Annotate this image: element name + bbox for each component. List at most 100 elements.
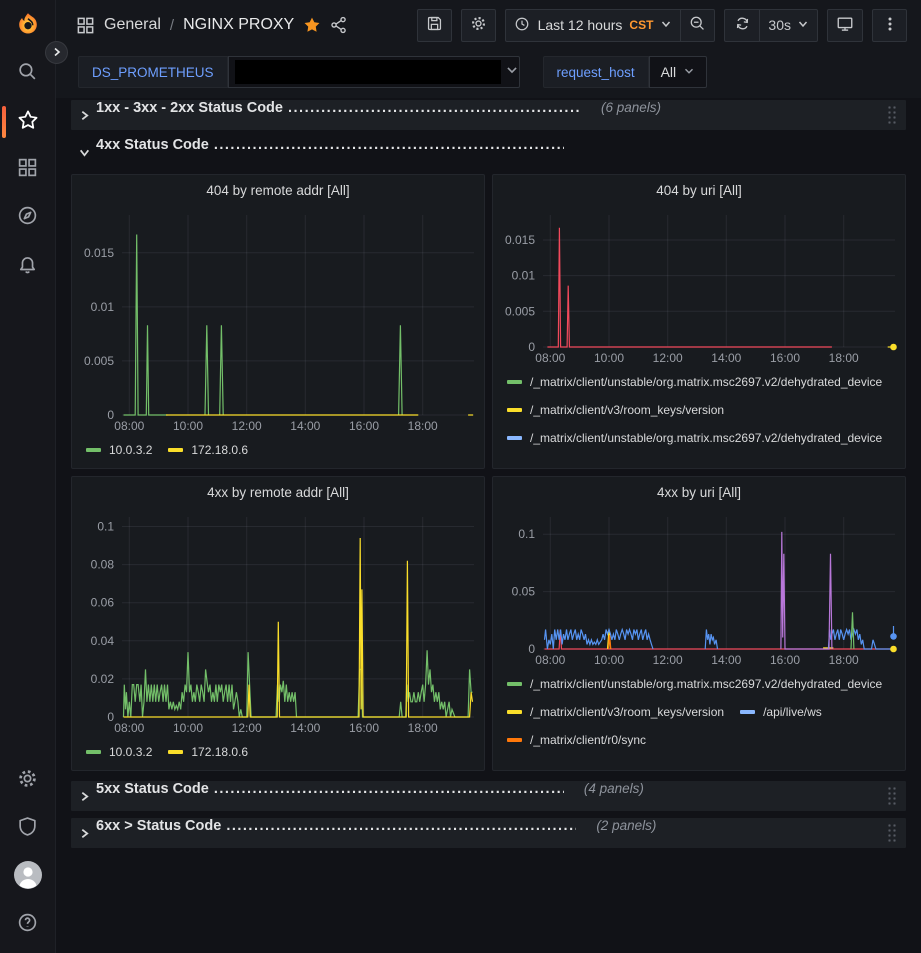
row-panel-count: (6 panels) [601, 100, 661, 115]
sidebar-expand-button[interactable] [45, 41, 68, 64]
panel-title[interactable]: 404 by uri [All] [497, 175, 901, 207]
svg-text:14:00: 14:00 [711, 653, 741, 667]
sidebar-item-alerting[interactable] [0, 242, 56, 290]
dashboards-grid-icon [17, 157, 38, 183]
legend-item[interactable]: 172.18.0.6 [168, 745, 248, 759]
svg-text:0: 0 [107, 710, 114, 724]
more-options-button[interactable] [872, 9, 907, 42]
chevron-down-icon [79, 147, 90, 158]
svg-text:12:00: 12:00 [653, 653, 683, 667]
svg-text:0.015: 0.015 [84, 246, 114, 260]
chevron-right-icon [79, 828, 90, 839]
svg-text:0.05: 0.05 [512, 585, 536, 599]
legend-item[interactable]: /_matrix/client/unstable/org.matrix.msc2… [507, 375, 882, 389]
svg-text:0.02: 0.02 [91, 672, 115, 686]
gear-icon [470, 15, 487, 35]
panel-title[interactable]: 4xx by remote addr [All] [76, 477, 480, 509]
series-label: 10.0.3.2 [109, 443, 152, 457]
sidebar-item-starred[interactable] [0, 98, 56, 146]
series-label: /_matrix/client/unstable/org.matrix.msc2… [530, 431, 882, 445]
dashboard-title[interactable]: NGINX PROXY [183, 16, 294, 34]
refresh-interval-picker[interactable]: 30s [759, 9, 818, 42]
row-1xx-3xx-2xx[interactable]: 1xx - 3xx - 2xx Status Code ............… [71, 100, 906, 130]
panels-grid: 404 by remote addr [All] 08:0010:0012:00… [71, 174, 906, 771]
top-bar: General / NGINX PROXY [56, 0, 921, 98]
gear-icon [17, 768, 38, 794]
variable-select-request-host[interactable]: All [649, 56, 708, 88]
variable-label-request-host: request_host [543, 56, 649, 88]
svg-text:0.005: 0.005 [505, 304, 535, 318]
sidebar-item-configuration[interactable] [0, 757, 56, 805]
row-5xx[interactable]: 5xx Status Code ........................… [71, 781, 906, 811]
sidebar-item-profile[interactable] [0, 853, 56, 901]
row-drag-handle[interactable] [887, 823, 896, 843]
row-drag-handle[interactable] [887, 786, 896, 806]
timeseries-chart-404-by-remote-addr: 08:0010:0012:0014:0016:0018:0000.0050.01… [76, 207, 480, 435]
series-color-swatch [740, 710, 755, 714]
share-icon[interactable] [330, 16, 348, 34]
chevron-down-icon [505, 63, 519, 82]
refresh-icon [734, 15, 751, 35]
series-color-swatch [86, 750, 101, 754]
series-color-swatch [168, 448, 183, 452]
row-title: 4xx Status Code [96, 137, 209, 153]
variable-value: All [661, 64, 677, 80]
breadcrumb-separator: / [170, 17, 174, 34]
timezone-label: CST [629, 18, 653, 32]
legend-item[interactable]: /_matrix/client/v3/room_keys/version [507, 403, 724, 417]
panel-404-by-remote-addr: 404 by remote addr [All] 08:0010:0012:00… [71, 174, 485, 469]
help-icon [17, 912, 38, 938]
dashboard-settings-button[interactable] [461, 9, 496, 42]
timeseries-chart-4xx-by-remote-addr: 08:0010:0012:0014:0016:0018:0000.020.040… [76, 509, 480, 737]
row-6xx[interactable]: 6xx > Status Code ......................… [71, 818, 906, 848]
legend-item[interactable]: 172.18.0.6 [168, 443, 248, 457]
grafana-logo[interactable] [0, 0, 56, 50]
variable-select-ds-prometheus[interactable] [228, 56, 520, 88]
svg-text:14:00: 14:00 [290, 721, 320, 735]
chevron-down-icon [797, 17, 809, 33]
series-label: 172.18.0.6 [191, 745, 248, 759]
svg-text:12:00: 12:00 [232, 721, 262, 735]
user-avatar [13, 860, 43, 895]
chevron-down-icon [660, 17, 672, 33]
panel-title[interactable]: 4xx by uri [All] [497, 477, 901, 509]
kebab-menu-icon [883, 16, 897, 35]
refresh-button[interactable] [724, 9, 759, 42]
legend-item[interactable]: /_matrix/client/r0/sync [507, 733, 646, 747]
svg-text:08:00: 08:00 [114, 419, 144, 433]
svg-text:0.1: 0.1 [518, 527, 535, 541]
series-color-swatch [507, 408, 522, 412]
series-color-swatch [507, 738, 522, 742]
legend-item[interactable]: /api/live/ws [740, 705, 822, 719]
monitor-icon [836, 15, 854, 36]
sidebar-item-help[interactable] [0, 901, 56, 949]
row-4xx[interactable]: 4xx Status Code ........................… [71, 137, 906, 167]
redacted-value [235, 60, 501, 84]
svg-text:16:00: 16:00 [770, 351, 800, 365]
row-title-dots: ........................................… [214, 781, 564, 797]
breadcrumb-section[interactable]: General [104, 16, 161, 34]
svg-text:12:00: 12:00 [653, 351, 683, 365]
cycle-view-mode-button[interactable] [827, 9, 863, 42]
favorite-star-icon[interactable] [303, 16, 321, 34]
legend-item[interactable]: /_matrix/client/unstable/org.matrix.msc2… [507, 431, 882, 445]
sidebar-item-dashboards[interactable] [0, 146, 56, 194]
save-dashboard-button[interactable] [417, 9, 452, 42]
sidebar-item-explore[interactable] [0, 194, 56, 242]
zoom-out-time-button[interactable] [680, 9, 715, 42]
time-range-picker[interactable]: Last 12 hours CST [505, 9, 681, 42]
svg-text:0: 0 [107, 408, 114, 422]
variables-bar: DS_PROMETHEUS request_host All [56, 50, 921, 98]
sidebar-item-server-admin[interactable] [0, 805, 56, 853]
svg-text:14:00: 14:00 [290, 419, 320, 433]
dashboard-content: 1xx - 3xx - 2xx Status Code ............… [56, 98, 921, 848]
panel-title[interactable]: 404 by remote addr [All] [76, 175, 480, 207]
legend-item[interactable]: 10.0.3.2 [86, 443, 152, 457]
svg-text:0.005: 0.005 [84, 354, 114, 368]
row-drag-handle[interactable] [887, 105, 896, 125]
svg-text:12:00: 12:00 [232, 419, 262, 433]
legend-item[interactable]: /_matrix/client/unstable/org.matrix.msc2… [507, 677, 882, 691]
svg-text:08:00: 08:00 [114, 721, 144, 735]
legend-item[interactable]: 10.0.3.2 [86, 745, 152, 759]
legend-item[interactable]: /_matrix/client/v3/room_keys/version [507, 705, 724, 719]
